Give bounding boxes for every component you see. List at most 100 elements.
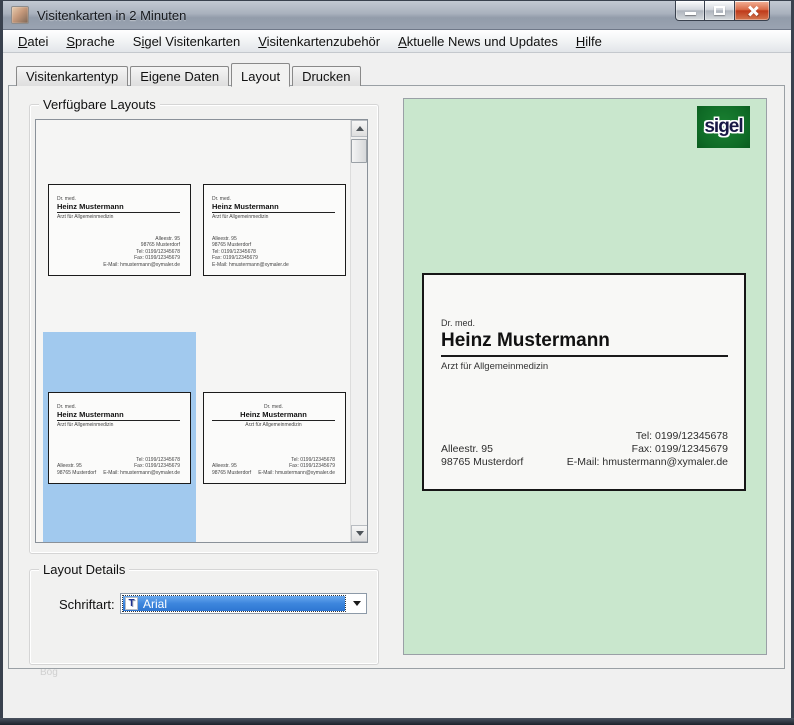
- menu-bar: Datei Sprache Sigel Visitenkarten Visite…: [3, 30, 791, 53]
- mini-card-header: Dr. med. Heinz Mustermann Arzt für Allge…: [57, 196, 180, 221]
- group-verfuegbare-layouts: Verfügbare Layouts Dr. med. Heinz Muster…: [29, 104, 379, 554]
- mini-profession: Arzt für Allgemeinmedizin: [212, 214, 335, 221]
- close-icon: [747, 5, 759, 17]
- preview-profession: Arzt für Allgemeinmedizin: [441, 361, 728, 372]
- business-card-preview: Dr. med. Heinz Mustermann Arzt für Allge…: [422, 273, 746, 491]
- mini-address-block: Alleestr. 95 98765 Musterdorf Tel: 0199/…: [103, 236, 180, 269]
- group-title: Verfügbare Layouts: [39, 97, 160, 112]
- close-button[interactable]: [734, 1, 770, 21]
- mini-email: E-Mail: hmustermann@xymaler.de: [258, 470, 335, 477]
- mini-card-header: Dr. med. Heinz Mustermann Arzt für Allge…: [212, 404, 335, 429]
- menu-item-hilfe[interactable]: Hilfe: [567, 31, 611, 52]
- tab-eigene-daten[interactable]: Eigene Daten: [130, 66, 229, 86]
- layout-thumbnail-3-selected[interactable]: Dr. med. Heinz Mustermann Arzt für Allge…: [48, 392, 191, 484]
- sigel-logo: sigel: [697, 106, 750, 148]
- preview-address-block: Alleestr. 95 98765 Musterdorf Tel: 0199/…: [441, 430, 728, 469]
- window-body: Visitenkarten in 2 Minuten Datei Sprache…: [3, 1, 791, 718]
- label-fragment: D: [18, 34, 27, 49]
- mini-name: Heinz Mustermann: [57, 410, 180, 419]
- window-controls: [675, 1, 770, 21]
- preview-tel: Tel: 0199/12345678: [567, 430, 728, 443]
- tab-page-layout: Verfügbare Layouts Dr. med. Heinz Muster…: [8, 85, 785, 669]
- scroll-up-icon: [356, 126, 364, 131]
- preview-street: Alleestr. 95: [441, 443, 523, 456]
- group-title: Layout Details: [39, 562, 129, 577]
- scroll-down-button[interactable]: [351, 525, 368, 542]
- font-combobox-value: Arial: [143, 597, 167, 611]
- preview-name: Heinz Mustermann: [441, 330, 728, 352]
- layout-list-scrollbar[interactable]: [350, 120, 367, 542]
- chevron-down-icon: [353, 601, 361, 606]
- label-fragment: atei: [27, 34, 48, 49]
- preview-contact-right: Tel: 0199/12345678 Fax: 0199/12345679 E-…: [567, 430, 728, 469]
- app-icon[interactable]: [11, 6, 29, 24]
- font-combobox[interactable]: T Arial: [120, 593, 367, 614]
- minimize-icon: [685, 12, 696, 15]
- label-fragment: V: [258, 34, 266, 49]
- mini-rule: [57, 212, 180, 213]
- window-frame-bottom: [0, 718, 794, 725]
- maximize-button[interactable]: [705, 1, 734, 21]
- mini-email: E-Mail: hmustermann@xymaler.de: [212, 262, 289, 269]
- mini-rule: [212, 212, 335, 213]
- window-title: Visitenkarten in 2 Minuten: [37, 8, 186, 23]
- mini-email: E-Mail: hmustermann@xymaler.de: [103, 262, 180, 269]
- tab-drucken[interactable]: Drucken: [292, 66, 360, 86]
- mini-address-block: Alleestr. 95 98765 Musterdorf Tel: 0199/…: [212, 457, 335, 477]
- mini-city: 98765 Musterdorf: [57, 470, 96, 477]
- application-window: Visitenkarten in 2 Minuten Datei Sprache…: [0, 0, 794, 725]
- layout-thumbnail-2[interactable]: Dr. med. Heinz Mustermann Arzt für Allge…: [203, 184, 346, 276]
- mini-profession: Arzt für Allgemeinmedizin: [57, 214, 180, 221]
- mini-contact-right: Tel: 0199/12345678 Fax: 0199/12345679 E-…: [258, 457, 335, 477]
- truetype-font-icon: T: [125, 597, 138, 610]
- tab-strip: Visitenkartentyp Eigene Daten Layout Dru…: [16, 62, 363, 86]
- scroll-up-button[interactable]: [351, 120, 368, 137]
- menu-item-datei[interactable]: Datei: [9, 31, 57, 52]
- preview-address-left: Alleestr. 95 98765 Musterdorf: [441, 443, 523, 469]
- mini-address-block: Alleestr. 95 98765 Musterdorf Tel: 0199/…: [57, 457, 180, 477]
- label-fragment: prache: [75, 34, 115, 49]
- mini-card-header: Dr. med. Heinz Mustermann Arzt für Allge…: [57, 404, 180, 429]
- label-fragment: A: [398, 34, 407, 49]
- label-fragment: S: [66, 34, 75, 49]
- title-bar: Visitenkarten in 2 Minuten: [3, 1, 791, 30]
- font-combobox-dropdown-button[interactable]: [347, 594, 366, 613]
- mini-email: E-Mail: hmustermann@xymaler.de: [103, 470, 180, 477]
- menu-item-sprache[interactable]: Sprache: [57, 31, 123, 52]
- preview-card-header: Dr. med. Heinz Mustermann Arzt für Allge…: [441, 318, 728, 372]
- menu-item-news-updates[interactable]: Aktuelle News und Updates: [389, 31, 567, 52]
- preview-rule: [441, 355, 728, 357]
- layout-thumbnail-4[interactable]: Dr. med. Heinz Mustermann Arzt für Allge…: [203, 392, 346, 484]
- mini-address-block: Alleestr. 95 98765 Musterdorf Tel: 0199/…: [212, 236, 289, 269]
- minimize-button[interactable]: [675, 1, 705, 21]
- mini-rule: [212, 420, 335, 421]
- label-fragment: gel Visitenkarten: [144, 34, 240, 49]
- label-fragment: ilfe: [585, 34, 602, 49]
- mini-contact-right: Tel: 0199/12345678 Fax: 0199/12345679 E-…: [103, 457, 180, 477]
- mini-name: Heinz Mustermann: [212, 410, 335, 419]
- preview-city: 98765 Musterdorf: [441, 456, 523, 469]
- mini-city: 98765 Musterdorf: [212, 470, 251, 477]
- layout-thumbnail-1[interactable]: Dr. med. Heinz Mustermann Arzt für Allge…: [48, 184, 191, 276]
- card-preview-panel: sigel Dr. med. Heinz Mustermann Arzt für…: [403, 98, 767, 655]
- label-fragment: ktuelle News und Updates: [407, 34, 558, 49]
- preview-fax: Fax: 0199/12345679: [567, 443, 728, 456]
- layout-list[interactable]: Dr. med. Heinz Mustermann Arzt für Allge…: [35, 119, 368, 543]
- maximize-icon: [714, 6, 725, 15]
- scrollbar-thumb[interactable]: [351, 139, 367, 163]
- mini-name: Heinz Mustermann: [212, 202, 335, 211]
- font-combobox-selection: T Arial: [123, 596, 345, 611]
- scroll-down-icon: [356, 531, 364, 536]
- font-label: Schriftart:: [59, 597, 115, 612]
- menu-item-sigel-visitenkarten[interactable]: Sigel Visitenkarten: [124, 31, 249, 52]
- group-layout-details: Layout Details Schriftart: T Arial: [29, 569, 379, 665]
- mini-rule: [57, 420, 180, 421]
- tab-layout[interactable]: Layout: [231, 63, 290, 87]
- mini-profession: Arzt für Allgemeinmedizin: [57, 422, 180, 429]
- mini-address-left: Alleestr. 95 98765 Musterdorf: [57, 463, 96, 476]
- label-fragment: isitenkartenzubehör: [267, 34, 380, 49]
- menu-item-visitenkartenzubehoer[interactable]: Visitenkartenzubehör: [249, 31, 389, 52]
- tab-visitenkartentyp[interactable]: Visitenkartentyp: [16, 66, 128, 86]
- mini-card-header: Dr. med. Heinz Mustermann Arzt für Allge…: [212, 196, 335, 221]
- mini-address-left: Alleestr. 95 98765 Musterdorf: [212, 463, 251, 476]
